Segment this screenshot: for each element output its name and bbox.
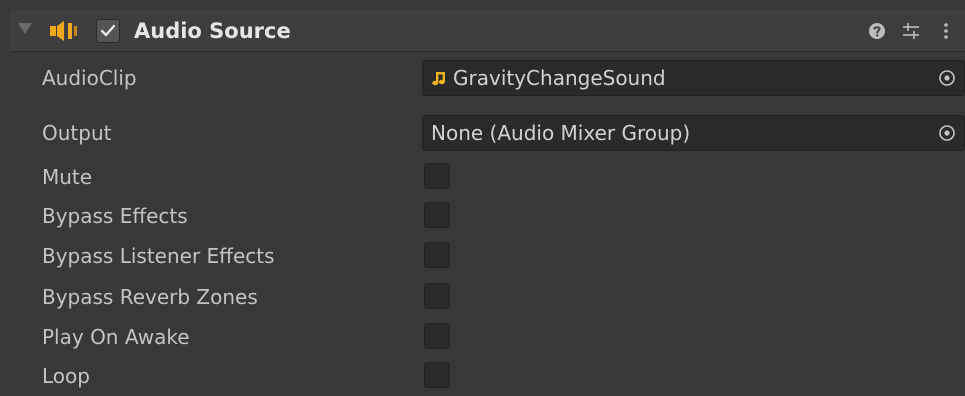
audioclip-label: AudioClip	[42, 66, 137, 90]
component-enabled-checkbox[interactable]	[96, 19, 120, 43]
bypass-listener-effects-label: Bypass Listener Effects	[42, 244, 275, 268]
play-on-awake-label: Play On Awake	[42, 325, 190, 349]
bypass-reverb-zones-checkbox[interactable]	[424, 283, 450, 309]
output-field[interactable]: None (Audio Mixer Group)	[422, 115, 965, 151]
help-icon[interactable]	[867, 21, 887, 41]
component-title[interactable]: Audio Source	[134, 10, 291, 52]
bypass-effects-row: Bypass Effects	[10, 199, 965, 235]
audio-clip-icon	[432, 72, 445, 86]
bypass-effects-label: Bypass Effects	[42, 204, 188, 228]
bypass-listener-effects-checkbox[interactable]	[424, 242, 450, 268]
presets-icon[interactable]	[901, 21, 921, 41]
audioclip-value: GravityChangeSound	[453, 66, 666, 90]
kebab-menu-icon[interactable]	[936, 21, 956, 41]
output-row: Output None (Audio Mixer Group)	[10, 115, 965, 151]
speaker-icon	[50, 21, 77, 41]
loop-checkbox[interactable]	[424, 362, 450, 388]
mute-label: Mute	[42, 165, 93, 189]
object-picker-icon[interactable]	[938, 69, 956, 87]
loop-label: Loop	[42, 364, 90, 388]
mute-checkbox[interactable]	[424, 163, 450, 189]
component-header[interactable]: Audio Source	[10, 10, 965, 52]
bypass-reverb-zones-row: Bypass Reverb Zones	[10, 280, 965, 316]
audioclip-row: AudioClip GravityChangeSound	[10, 60, 965, 96]
inspector-panel: Audio Source AudioClip GravityChangeSoun…	[0, 0, 965, 396]
object-picker-icon[interactable]	[938, 124, 956, 142]
play-on-awake-row: Play On Awake	[10, 320, 965, 356]
bypass-reverb-zones-label: Bypass Reverb Zones	[42, 285, 258, 309]
checkmark-icon	[100, 24, 116, 37]
output-value: None (Audio Mixer Group)	[431, 121, 691, 145]
bypass-effects-checkbox[interactable]	[424, 202, 450, 228]
play-on-awake-checkbox[interactable]	[424, 323, 450, 349]
output-label: Output	[42, 121, 112, 145]
loop-row: Loop	[10, 359, 965, 395]
audioclip-field[interactable]: GravityChangeSound	[422, 60, 965, 96]
mute-row: Mute	[10, 160, 965, 196]
foldout-arrow-icon[interactable]	[18, 23, 32, 34]
bypass-listener-effects-row: Bypass Listener Effects	[10, 239, 965, 275]
